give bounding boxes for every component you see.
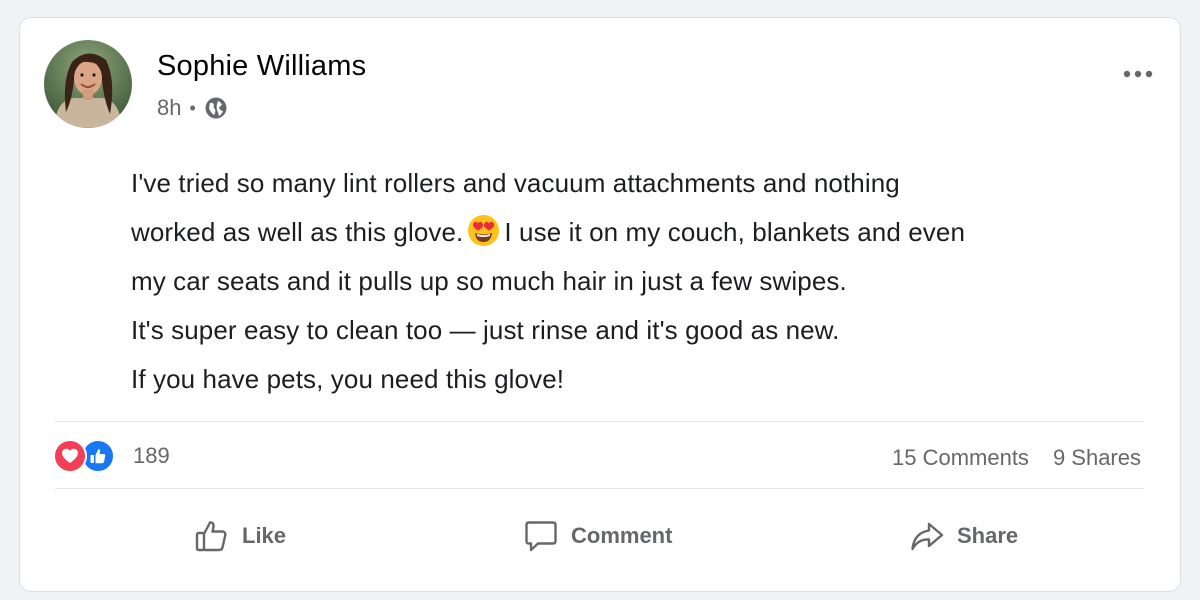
love-reaction-icon — [53, 439, 87, 473]
post-body: I've tried so many lint rollers and vacu… — [131, 159, 1131, 404]
shares-count[interactable]: 9 Shares — [1053, 445, 1141, 471]
avatar-image — [44, 40, 132, 128]
author-avatar[interactable] — [44, 40, 132, 128]
comments-count[interactable]: 15 Comments — [892, 445, 1029, 471]
stats-divider-top — [55, 421, 1144, 422]
reaction-count: 189 — [133, 443, 170, 468]
comment-button[interactable]: Comment — [523, 518, 672, 554]
post-card: Sophie Williams 8h • I've tried so many … — [19, 17, 1181, 592]
thumbs-up-icon — [195, 521, 227, 552]
like-label: Like — [242, 523, 287, 548]
post-body-line: If you have pets, you need this glove! — [131, 364, 565, 394]
post-body-segment: I use it on my couch, blankets and even — [504, 217, 966, 247]
like-button[interactable]: Like — [194, 518, 286, 554]
action-bar: Like Comment Share — [20, 518, 1180, 562]
post-body-line: worked as well as this glove. I use it on… — [131, 208, 1131, 257]
share-icon — [911, 522, 944, 551]
comment-icon — [525, 521, 557, 552]
post-body-line: I've tried so many lint rollers and vacu… — [131, 168, 900, 198]
post-body-line: my car seats and it pulls up so much hai… — [131, 266, 847, 296]
post-meta: 8h • — [157, 95, 228, 121]
post-time[interactable]: 8h — [157, 95, 181, 121]
engagement-counts: 15 Comments 9 Shares — [892, 445, 1141, 471]
post-body-segment: worked as well as this glove. — [131, 217, 464, 247]
heart-eyes-emoji-icon — [467, 214, 500, 247]
author-name[interactable]: Sophie Williams — [157, 50, 366, 83]
more-options-icon[interactable] — [1120, 56, 1156, 92]
meta-separator: • — [189, 97, 196, 118]
reactions-summary[interactable]: 189 — [53, 439, 170, 473]
share-label: Share — [957, 523, 1019, 548]
post-body-line: It's super easy to clean too — just rins… — [131, 315, 840, 345]
share-button[interactable]: Share — [909, 518, 1018, 554]
comment-label: Comment — [571, 523, 673, 548]
stats-divider-bottom — [55, 488, 1144, 489]
globe-icon[interactable] — [204, 96, 228, 120]
